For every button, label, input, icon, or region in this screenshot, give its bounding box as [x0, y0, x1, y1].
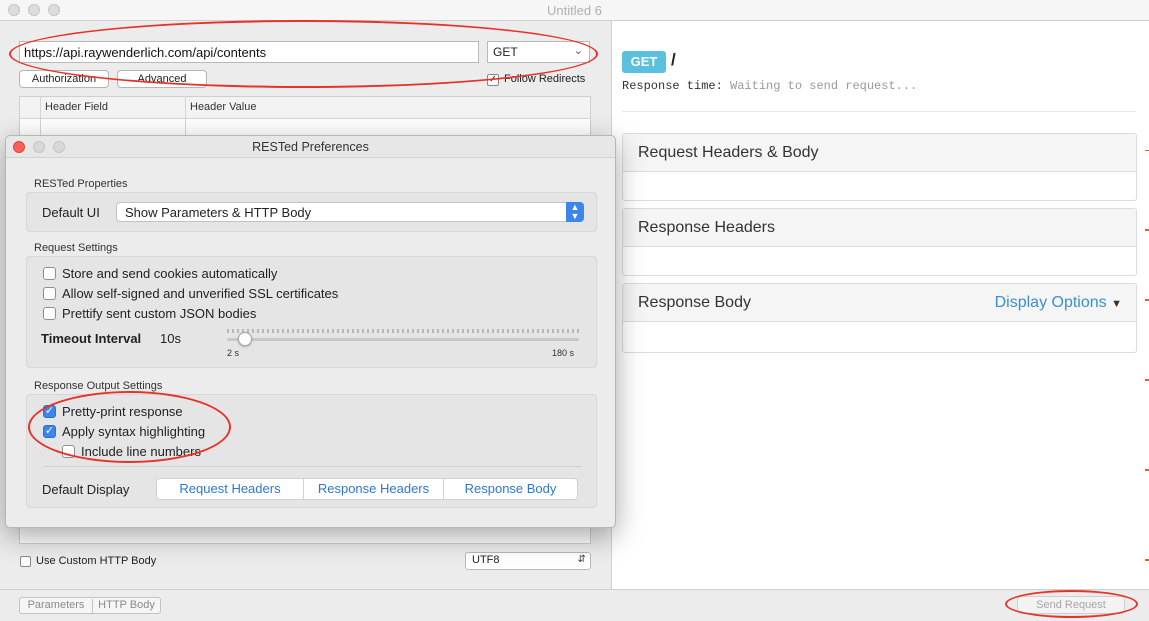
- preferences-dialog: RESTed Preferences RESTed Properties Def…: [5, 135, 616, 528]
- annotation-oval-output: [28, 391, 231, 463]
- timeout-slider-knob[interactable]: [237, 332, 252, 346]
- segment-request-headers[interactable]: Request Headers: [157, 479, 303, 499]
- preferences-titlebar: RESTed Preferences: [6, 136, 615, 158]
- divider: [622, 111, 1136, 112]
- window-titlebar: Untitled 6: [0, 0, 1149, 21]
- panel-title: Request Headers & Body: [623, 134, 1136, 172]
- column-divider: [40, 97, 41, 137]
- timeout-value: 10s: [160, 331, 181, 346]
- panel-title: Response Body: [638, 294, 751, 311]
- timeout-slider[interactable]: [227, 338, 579, 341]
- prettify-json-checkbox[interactable]: [43, 307, 56, 320]
- stepper-icon: ⇵: [577, 554, 586, 565]
- response-time-label: Response time:: [622, 79, 723, 93]
- preferences-title: RESTed Preferences: [252, 140, 369, 154]
- prettify-json-label: Prettify sent custom JSON bodies: [62, 306, 257, 321]
- default-ui-label: Default UI: [42, 205, 100, 220]
- slider-min-label: 2 s: [227, 348, 240, 358]
- cookies-label: Store and send cookies automatically: [62, 266, 278, 281]
- annotation-oval-url: [9, 20, 598, 88]
- segment-response-headers[interactable]: Response Headers: [304, 479, 443, 499]
- timeout-label: Timeout Interval: [41, 331, 142, 346]
- annotation-oval-send: [1005, 590, 1138, 618]
- caret-down-icon: ▼: [1111, 298, 1122, 310]
- default-display-segmented-control[interactable]: Request Headers Response Headers Respons…: [156, 478, 578, 500]
- header-table-header-row: Header Field Header Value: [20, 97, 590, 119]
- segment-response-body[interactable]: Response Body: [444, 479, 577, 499]
- encoding-select[interactable]: UTF8 ⇵: [465, 552, 591, 570]
- default-ui-value: Show Parameters & HTTP Body: [125, 205, 312, 220]
- body-area[interactable]: [19, 528, 591, 544]
- slider-ticks: [227, 329, 579, 333]
- encoding-value: UTF8: [472, 554, 500, 566]
- section-label-properties: RESTed Properties: [34, 178, 128, 190]
- default-display-label: Default Display: [42, 482, 130, 497]
- window-edge-marks: [1145, 150, 1149, 561]
- section-label-request-settings: Request Settings: [34, 242, 118, 254]
- panel-response-headers[interactable]: Response Headers: [622, 208, 1137, 276]
- bottom-segmented-control[interactable]: Parameters HTTP Body: [19, 597, 161, 614]
- column-header-field: Header Field: [45, 101, 108, 113]
- panel-header: Response Body Display Options ▼: [623, 284, 1136, 322]
- display-options-label: Display Options: [994, 294, 1107, 311]
- column-header-value: Header Value: [190, 101, 257, 113]
- display-options-dropdown[interactable]: Display Options ▼: [995, 294, 1122, 312]
- response-time: Response time: Waiting to send request..…: [622, 79, 917, 93]
- ssl-checkbox[interactable]: [43, 287, 56, 300]
- segment-parameters[interactable]: Parameters: [20, 599, 93, 614]
- bottom-bar: [0, 589, 1149, 621]
- method-badge: GET: [622, 51, 666, 73]
- custom-body-checkbox[interactable]: [20, 556, 31, 567]
- response-time-value: Waiting to send request...: [730, 79, 918, 93]
- stepper-icon: ▲ ▼: [566, 202, 584, 222]
- ssl-label: Allow self-signed and unverified SSL cer…: [62, 286, 339, 301]
- default-ui-select[interactable]: Show Parameters & HTTP Body ▲ ▼: [116, 202, 584, 222]
- section-label-response-settings: Response Output Settings: [34, 380, 163, 392]
- request-path: /: [671, 50, 676, 69]
- column-divider: [185, 97, 186, 137]
- segment-http-body[interactable]: HTTP Body: [93, 599, 160, 614]
- panel-response-body: Response Body Display Options ▼: [622, 283, 1137, 353]
- cookies-checkbox[interactable]: [43, 267, 56, 280]
- slider-max-label: 180 s: [552, 348, 575, 358]
- custom-body-label: Use Custom HTTP Body: [36, 555, 157, 567]
- panel-title: Response Headers: [623, 209, 1136, 247]
- divider: [44, 466, 582, 467]
- header-table: Header Field Header Value: [19, 96, 591, 137]
- panel-request-headers-body[interactable]: Request Headers & Body: [622, 133, 1137, 201]
- window-title: Untitled 6: [547, 3, 602, 18]
